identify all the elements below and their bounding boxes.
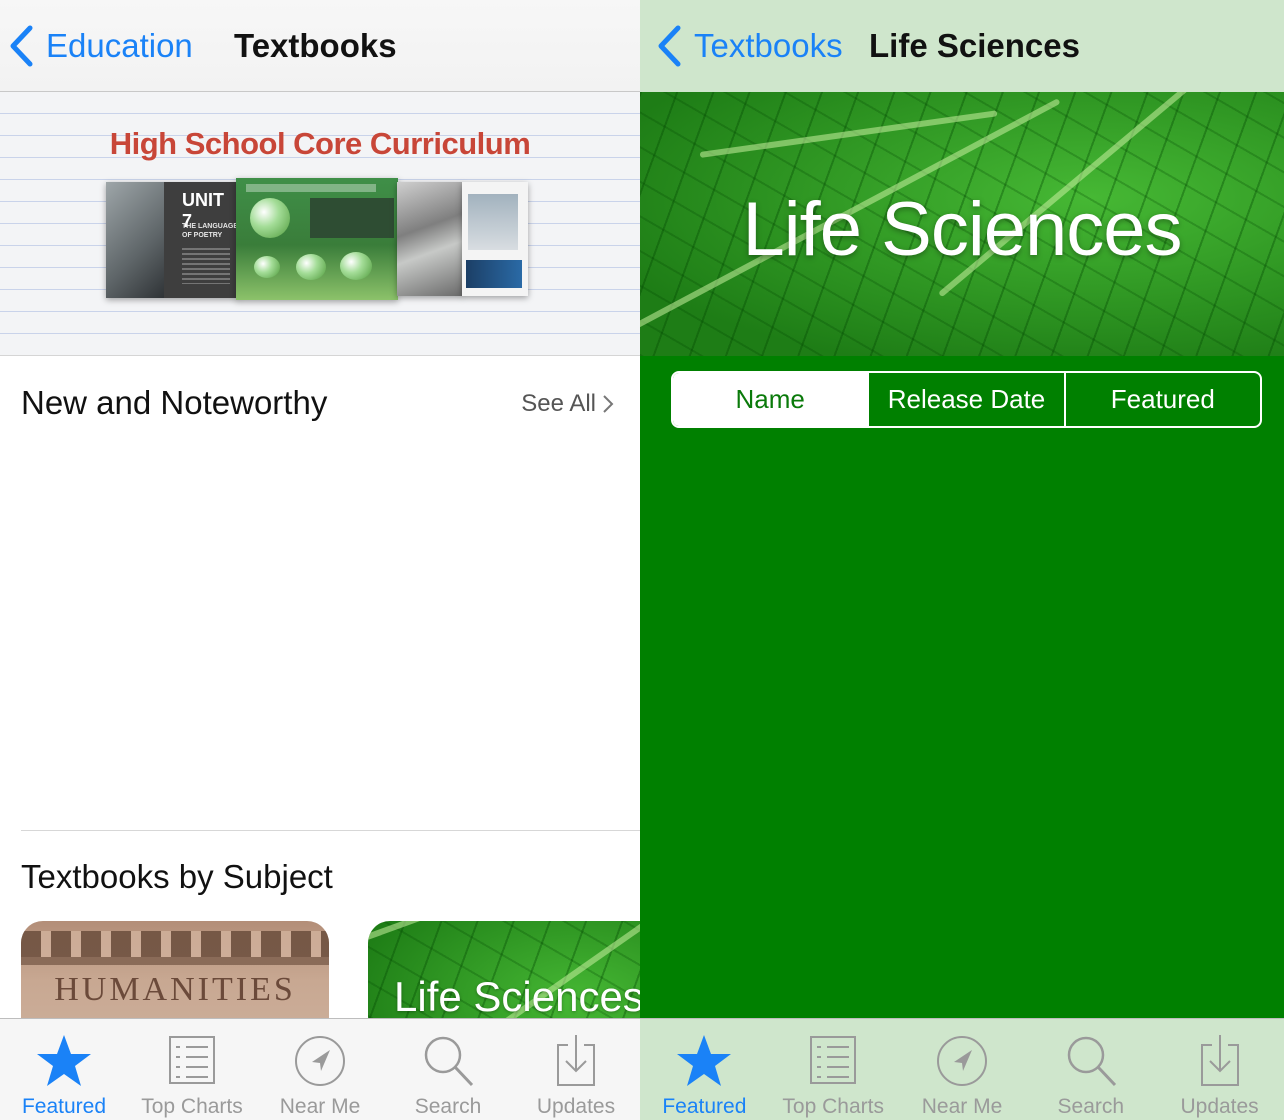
page-title: Life Sciences bbox=[869, 27, 1080, 64]
tab-near-me[interactable]: Near Me bbox=[898, 1019, 1027, 1120]
section-title-noteworthy: New and Noteworthy bbox=[21, 384, 328, 421]
chevron-left-icon bbox=[10, 25, 33, 67]
subject-label: HUMANITIES bbox=[54, 971, 296, 1008]
tab-search[interactable]: Search bbox=[384, 1019, 512, 1120]
see-all-link[interactable]: See All bbox=[521, 390, 614, 418]
chevron-left-icon bbox=[658, 25, 681, 67]
water-drop-illustration bbox=[340, 252, 372, 280]
book-cover-poetry: UNIT 7 THE LANGUAGE OF POETRY bbox=[106, 182, 238, 298]
leaf-vein bbox=[368, 921, 556, 947]
download-icon bbox=[557, 1035, 595, 1086]
life-sciences-screen: Textbooks Life Sciences Life Sciences Na… bbox=[640, 0, 1284, 1120]
chevron-right-icon bbox=[603, 395, 614, 413]
book-cover-image bbox=[106, 182, 164, 298]
tab-bar: Featured Top Charts Near Me Search Updat… bbox=[640, 1018, 1284, 1120]
tab-near-me[interactable]: Near Me bbox=[256, 1019, 384, 1120]
tab-updates[interactable]: Updates bbox=[1155, 1019, 1284, 1120]
tab-label: Near Me bbox=[921, 1095, 1003, 1118]
book-cover-snow bbox=[397, 182, 463, 296]
location-icon bbox=[295, 1036, 345, 1086]
list-icon bbox=[169, 1036, 215, 1084]
nav-bar: Education Textbooks bbox=[0, 0, 640, 92]
water-drop-illustration bbox=[250, 198, 290, 238]
back-button-textbooks[interactable]: Textbooks bbox=[656, 22, 843, 70]
location-icon bbox=[936, 1036, 987, 1086]
tab-label: Featured bbox=[21, 1095, 107, 1118]
back-button-education[interactable]: Education bbox=[8, 22, 193, 70]
tab-label: Updates bbox=[1180, 1095, 1259, 1118]
nav-bar: Textbooks Life Sciences bbox=[640, 0, 1284, 92]
tab-label: Top Charts bbox=[782, 1095, 884, 1118]
building-frieze bbox=[21, 931, 329, 959]
book-cover-geography bbox=[462, 182, 528, 296]
see-all-label: See All bbox=[521, 390, 596, 417]
book-text-lines bbox=[182, 248, 230, 284]
tab-label: Updates bbox=[536, 1095, 616, 1118]
segment-featured[interactable]: Featured bbox=[1063, 373, 1260, 426]
tab-label: Top Charts bbox=[141, 1095, 243, 1118]
star-icon bbox=[677, 1035, 732, 1086]
book-text-box bbox=[310, 198, 394, 238]
textbooks-screen: Education Textbooks High School Core Cur… bbox=[0, 0, 640, 1120]
tab-updates[interactable]: Updates bbox=[512, 1019, 640, 1120]
tab-bar: Featured Top Charts Near Me Search Updat… bbox=[0, 1018, 640, 1120]
list-icon bbox=[810, 1036, 857, 1084]
tab-featured[interactable]: Featured bbox=[0, 1019, 128, 1120]
star-icon bbox=[37, 1035, 91, 1086]
download-icon bbox=[1200, 1035, 1239, 1086]
tab-top-charts[interactable]: Top Charts bbox=[128, 1019, 256, 1120]
book-map bbox=[466, 260, 522, 288]
book-subtitle: THE LANGUAGE OF POETRY bbox=[182, 223, 238, 239]
tab-label: Featured bbox=[662, 1095, 747, 1118]
tab-label: Search bbox=[1057, 1095, 1125, 1118]
segment-name[interactable]: Name bbox=[673, 373, 868, 426]
tab-featured[interactable]: Featured bbox=[640, 1019, 769, 1120]
page-title: Textbooks bbox=[234, 27, 397, 64]
hero-banner: Life Sciences bbox=[640, 92, 1284, 356]
section-title-subjects: Textbooks by Subject bbox=[21, 858, 333, 895]
subject-label: Life Sciences bbox=[394, 973, 640, 1020]
hero-title: Life Sciences bbox=[742, 187, 1182, 272]
water-drop-illustration bbox=[254, 256, 280, 278]
sort-segmented-control: Name Release Date Featured bbox=[671, 371, 1262, 428]
tab-top-charts[interactable]: Top Charts bbox=[769, 1019, 898, 1120]
book-header-bar bbox=[246, 184, 376, 192]
tab-search[interactable]: Search bbox=[1026, 1019, 1155, 1120]
back-label: Education bbox=[46, 27, 193, 64]
book-cover-water bbox=[236, 178, 398, 300]
leaf-vein bbox=[699, 110, 998, 158]
banner-title: High School Core Curriculum bbox=[109, 126, 531, 161]
search-icon bbox=[1067, 1036, 1116, 1087]
segment-release-date[interactable]: Release Date bbox=[867, 373, 1063, 426]
tab-label: Near Me bbox=[279, 1095, 361, 1118]
curriculum-banner[interactable]: High School Core Curriculum UNIT 7 THE L… bbox=[0, 92, 640, 356]
divider bbox=[21, 830, 640, 831]
book-photo bbox=[468, 194, 518, 250]
search-icon bbox=[424, 1036, 474, 1087]
back-label: Textbooks bbox=[694, 27, 843, 64]
water-drop-illustration bbox=[296, 254, 326, 280]
building-band bbox=[21, 957, 329, 965]
tab-label: Search bbox=[414, 1095, 482, 1118]
